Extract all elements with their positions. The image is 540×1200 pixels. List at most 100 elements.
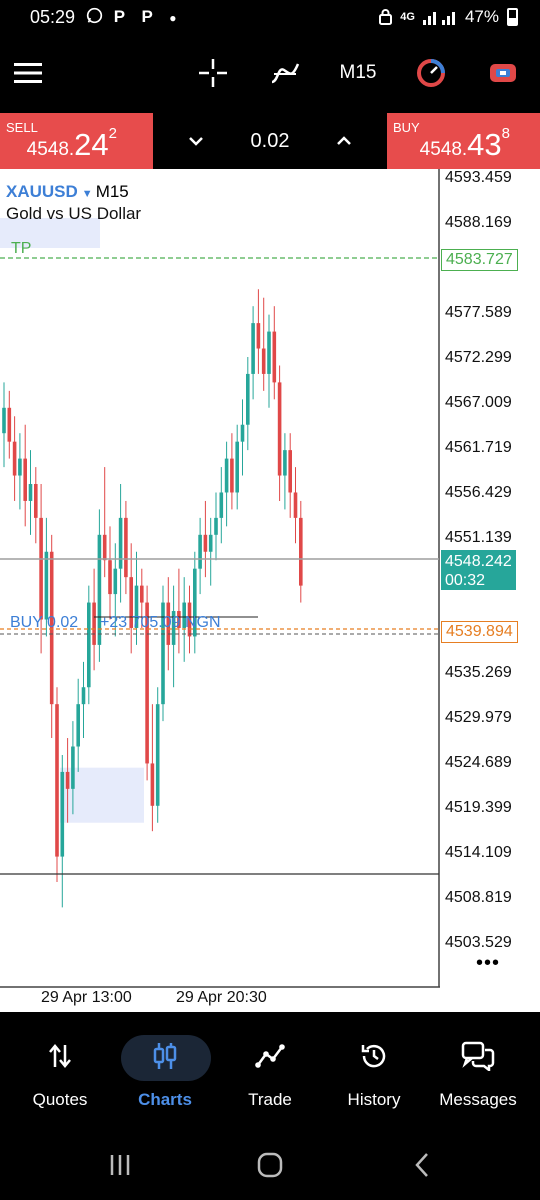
nav-quotes[interactable]: Quotes	[6, 1036, 114, 1126]
price-tick: 4524.689	[445, 754, 512, 771]
candle-body	[155, 704, 160, 806]
bar-timer: 00:32	[445, 572, 486, 589]
candle-body	[299, 517, 303, 586]
symbol-dropdown-icon: ▼	[81, 188, 93, 200]
nav-label: Trade	[248, 1090, 292, 1109]
recent-apps-icon[interactable]	[100, 1150, 140, 1180]
price-tick: 4567.009	[445, 394, 512, 411]
symbol-timeframe: M15	[95, 182, 129, 201]
candle-body	[81, 687, 86, 705]
candle-body	[92, 602, 96, 645]
price-tick: 4508.819	[445, 889, 512, 906]
price-chart[interactable]: XAUUSD ▼ M15 Gold vs US Dollar TP BUY 0.02…	[0, 169, 540, 1012]
candle-body	[203, 534, 208, 552]
nav-charts[interactable]: Charts	[111, 1036, 219, 1126]
candle-body	[2, 407, 6, 434]
messages-icon	[424, 1036, 532, 1076]
candle-body	[28, 484, 33, 501]
candle-body	[65, 771, 70, 789]
chart-toolbar: M15	[0, 36, 540, 110]
price-tick: 4561.719	[445, 439, 512, 456]
candle-body	[219, 492, 224, 518]
price-tick: 4514.109	[445, 844, 512, 861]
price-tick: 4577.589	[445, 304, 512, 321]
position-label[interactable]: BUY 0.02	[10, 614, 78, 632]
candle-body	[208, 534, 213, 552]
candle-body	[256, 323, 261, 349]
crosshair-icon[interactable]	[196, 56, 230, 90]
candle-body	[102, 534, 107, 561]
candle-body	[293, 492, 298, 518]
indicators-icon[interactable]	[268, 56, 302, 90]
candle-body	[18, 458, 22, 476]
nav-messages[interactable]: Messages	[424, 1036, 532, 1126]
candle-body	[140, 585, 144, 603]
candle-body	[71, 746, 75, 789]
history-icon	[320, 1036, 428, 1076]
trade-signal-icon[interactable]	[414, 56, 448, 90]
candle-body	[251, 323, 255, 374]
buy-price: 4548.438	[420, 125, 510, 163]
timeframe-button[interactable]: M15	[336, 56, 380, 90]
position-profit: +23 705.09 NGN	[100, 614, 221, 631]
price-tick: 4588.169	[445, 214, 512, 231]
candle-body	[76, 704, 80, 747]
p-app-icons: P P	[113, 7, 159, 26]
sell-price-sup: 2	[108, 125, 117, 142]
candle-body	[272, 331, 277, 383]
candle-body	[124, 517, 128, 578]
status-time: 05:29	[30, 7, 76, 27]
nav-history[interactable]: History	[320, 1036, 428, 1126]
nav-trade[interactable]: Trade	[216, 1036, 324, 1126]
one-click-trade-bar: SELL 4548.242 0.02 BUY 4548.438	[0, 113, 540, 169]
more-options-icon[interactable]: •••	[476, 952, 500, 975]
sell-price: 4548.242	[26, 125, 117, 163]
candle-body	[283, 450, 287, 476]
status-right: 4G 47%	[379, 7, 518, 27]
candlestick-chart[interactable]	[0, 169, 540, 1012]
charts-icon	[111, 1036, 219, 1076]
menu-icon[interactable]	[12, 56, 44, 90]
candle-body	[240, 424, 245, 442]
back-icon[interactable]	[402, 1150, 442, 1180]
buy-button[interactable]: BUY 4548.438	[387, 113, 540, 169]
candle-body	[288, 450, 292, 493]
open-price-tag: 4539.894	[441, 621, 518, 643]
sell-price-small: 4548.	[26, 139, 75, 160]
home-icon[interactable]	[250, 1150, 290, 1180]
bottom-navigation: Quotes Charts Trade History Messages	[0, 1012, 540, 1132]
price-tick: 4529.979	[445, 709, 512, 726]
system-navigation	[0, 1132, 540, 1200]
symbol-name: XAUUSD	[6, 182, 78, 201]
candle-body	[55, 704, 59, 857]
price-tick: 4551.139	[445, 529, 512, 546]
tp-price-tag: 4583.727	[441, 249, 518, 271]
candle-body	[150, 763, 155, 806]
price-tick: 4593.459	[445, 169, 512, 186]
time-label: 29 Apr 20:30	[176, 989, 267, 1006]
candle-body	[118, 517, 123, 569]
candle-body	[246, 373, 250, 425]
one-click-trading-icon[interactable]	[486, 56, 520, 90]
chart-symbol[interactable]: XAUUSD ▼ M15	[6, 182, 129, 202]
candle-body	[34, 484, 38, 518]
candle-body	[230, 458, 234, 493]
buy-price-sup: 8	[501, 125, 510, 142]
price-tick: 4556.429	[445, 484, 512, 501]
bid-price-tag: 4548.242 00:32	[441, 550, 516, 590]
nav-label: History	[347, 1090, 401, 1109]
bid-price: 4548.242	[445, 553, 512, 570]
candle-body	[7, 407, 12, 442]
sell-button[interactable]: SELL 4548.242	[0, 113, 153, 169]
candle-body	[60, 771, 65, 857]
candle-body	[113, 568, 118, 595]
candle-body	[44, 551, 49, 620]
lot-selector: 0.02	[153, 113, 387, 169]
candle-body	[198, 534, 202, 569]
candle-body	[87, 602, 91, 688]
tp-label[interactable]: TP	[11, 240, 31, 258]
candle-body	[261, 348, 266, 374]
increase-lot-button[interactable]	[329, 127, 359, 155]
whatsapp-icon	[86, 7, 103, 24]
price-tick: 4572.299	[445, 349, 512, 366]
